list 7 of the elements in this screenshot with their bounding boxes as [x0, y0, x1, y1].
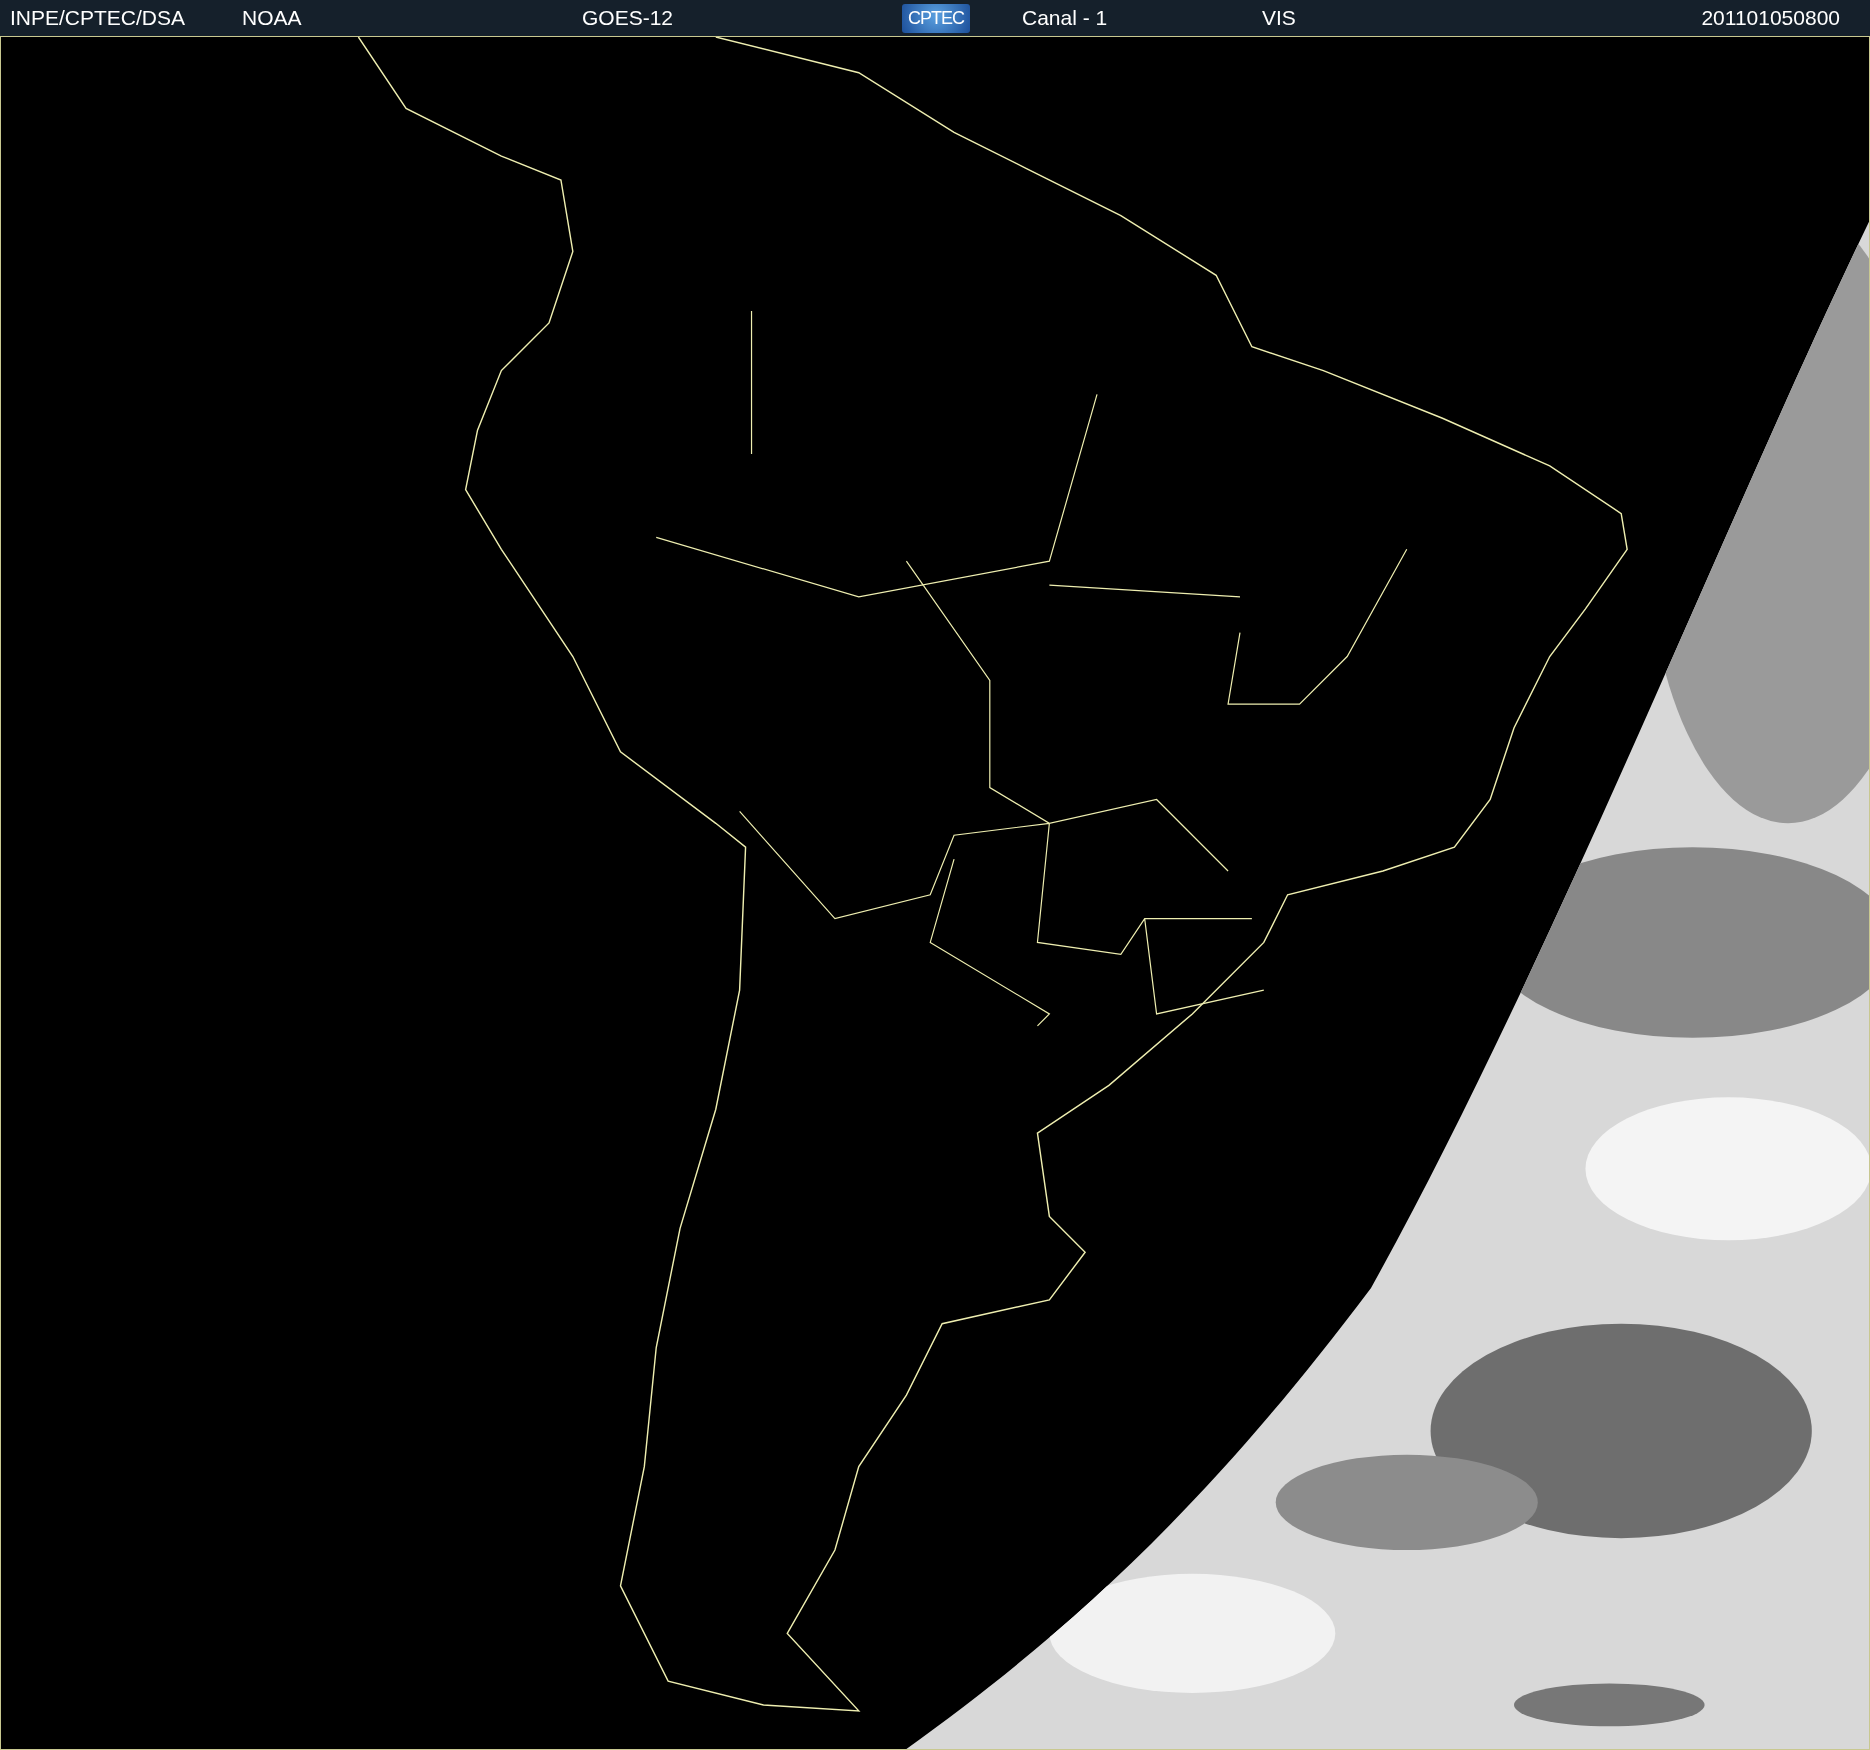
- header-label: VIS: [1262, 6, 1296, 30]
- header-label: GOES-12: [582, 6, 674, 30]
- header-label: INPE/CPTEC/DSA: [10, 6, 186, 30]
- header-label: Canal - 1: [1022, 6, 1108, 30]
- header-label: NOAA: [242, 6, 302, 30]
- header-label: 201101050800: [1701, 6, 1840, 30]
- cptec-logo: CPTEC: [902, 3, 970, 33]
